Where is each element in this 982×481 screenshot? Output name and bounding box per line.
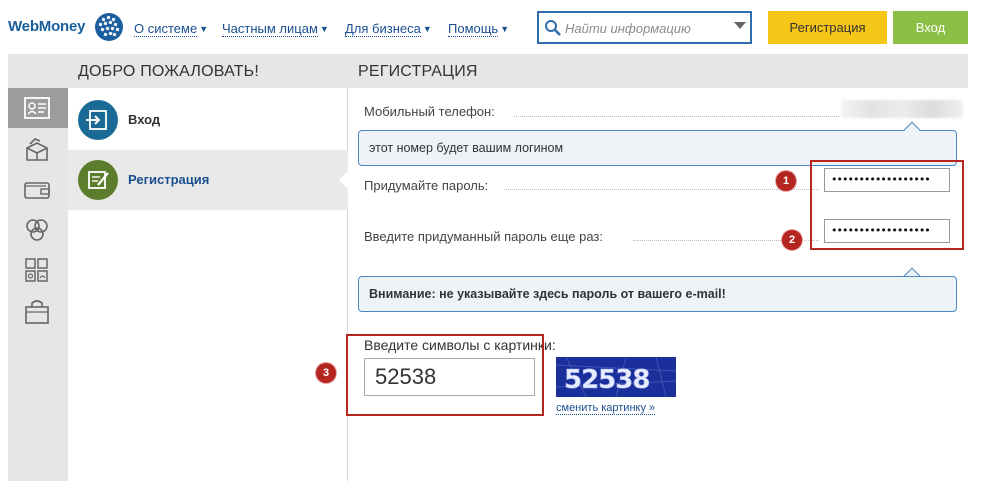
- welcome-title: ДОБРО ПОЖАЛОВАТЬ!: [68, 54, 348, 88]
- nav-business[interactable]: Для бизнеса ▼: [345, 21, 432, 37]
- box-icon: [26, 138, 48, 161]
- search-icon[interactable]: [544, 19, 562, 37]
- chevron-down-icon: ▼: [500, 24, 510, 34]
- phone-hint-text: этот номер будет вашим логином: [369, 141, 564, 155]
- welcome-item-login-label: Вход: [128, 112, 161, 127]
- right-margin: [968, 54, 982, 481]
- sidebar-item-box[interactable]: [8, 130, 68, 170]
- search-dropdown-icon[interactable]: [734, 22, 746, 29]
- nav-about-label: О системе: [134, 21, 198, 37]
- annotation-badge-3: 3: [316, 363, 336, 383]
- webmoney-logo-icon[interactable]: [94, 12, 124, 42]
- phone-label: Мобильный телефон:: [364, 104, 495, 119]
- password-warning-text: Внимание: не указывайте здесь пароль от …: [369, 287, 726, 301]
- chevron-down-icon: ▼: [319, 24, 329, 34]
- nav-help-label: Помощь: [448, 21, 499, 37]
- welcome-item-login[interactable]: Вход: [68, 90, 348, 150]
- logo-text[interactable]: WebMoney: [8, 18, 85, 35]
- login-arrow-icon: [78, 100, 118, 140]
- sidebar-item-wallet[interactable]: [8, 170, 68, 210]
- top-header: WebMoney О системе ▼ Частным лицам ▼ Для б…: [0, 0, 982, 54]
- password-repeat-label: Введите придуманный пароль еще раз:: [364, 229, 604, 244]
- welcome-item-register-label: Регистрация: [128, 172, 210, 187]
- nav-business-label: Для бизнеса: [345, 21, 421, 37]
- services-grid-icon: [25, 258, 48, 282]
- captcha-change-link[interactable]: сменить картинку »: [556, 402, 656, 415]
- registration-title: РЕГИСТРАЦИЯ: [348, 54, 968, 88]
- nav-help[interactable]: Помощь ▼: [448, 21, 510, 37]
- sidebar-item-shop[interactable]: [8, 292, 68, 332]
- login-button[interactable]: Вход: [893, 11, 968, 44]
- search-input[interactable]: [565, 19, 730, 37]
- sidebar-item-people[interactable]: [8, 210, 68, 250]
- chevron-down-icon: ▼: [199, 24, 209, 34]
- register-button[interactable]: Регистрация: [768, 11, 887, 44]
- wallet-icon: [24, 182, 50, 199]
- welcome-panel: ДОБРО ПОЖАЛОВАТЬ! Вход Регистрация: [68, 54, 349, 481]
- registration-panel: РЕГИСТРАЦИЯ Мобильный телефон: этот номе…: [316, 54, 968, 481]
- captcha-image-text: 52538: [564, 365, 649, 395]
- id-card-icon: [24, 97, 50, 119]
- annotation-highlight-captcha: [346, 334, 544, 416]
- annotation-badge-2: 2: [782, 230, 802, 250]
- annotation-badge-1: 1: [776, 171, 796, 191]
- sidebar-item-profile[interactable]: [8, 88, 68, 128]
- phone-value-blurred[interactable]: [841, 100, 963, 118]
- nav-personal-label: Частным лицам: [222, 21, 318, 37]
- captcha-image: 52538: [556, 357, 676, 397]
- icon-sidebar: [8, 54, 68, 481]
- nav-about[interactable]: О системе ▼: [134, 21, 209, 37]
- chevron-down-icon: ▼: [422, 24, 432, 34]
- welcome-item-register[interactable]: Регистрация: [68, 150, 349, 210]
- nav-personal[interactable]: Частным лицам ▼: [222, 21, 329, 37]
- leader-dots: [514, 116, 839, 117]
- sidebar-item-services[interactable]: [8, 250, 68, 290]
- shopping-bag-icon: [25, 300, 49, 324]
- annotation-highlight-passwords: [810, 160, 964, 250]
- people-icon: [26, 219, 48, 241]
- register-form-icon: [78, 160, 118, 200]
- password-warning: Внимание: не указывайте здесь пароль от …: [358, 276, 957, 312]
- search-box: [537, 11, 752, 44]
- password-label: Придумайте пароль:: [364, 178, 489, 193]
- leader-dots: [504, 189, 819, 190]
